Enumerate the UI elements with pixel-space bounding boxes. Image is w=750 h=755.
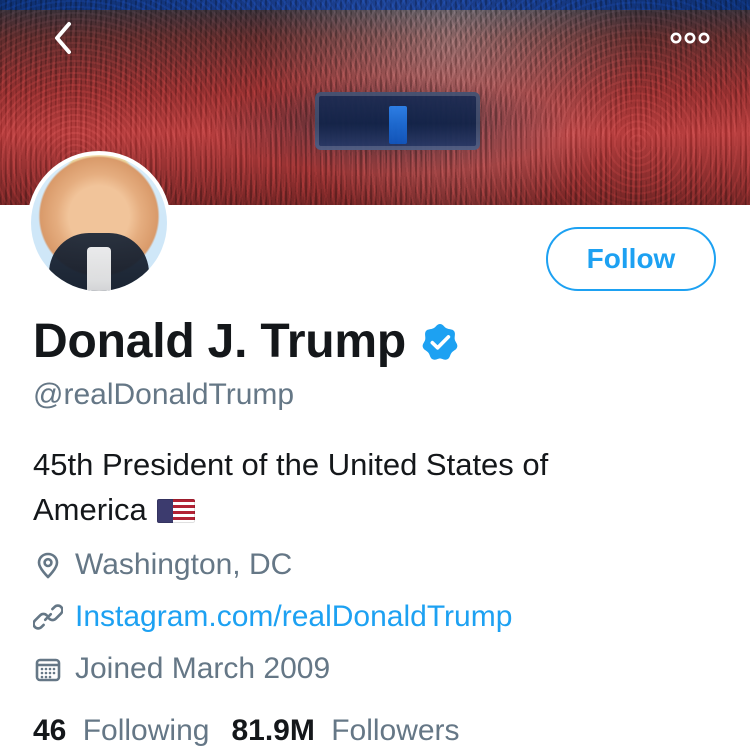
bio-line-2-text: America (33, 491, 147, 527)
profile-joined: Joined March 2009 (33, 652, 330, 686)
follow-button[interactable]: Follow (546, 227, 716, 291)
followers-label: Followers (331, 714, 460, 747)
avatar-image (31, 155, 167, 291)
bio-line-2: America (33, 488, 653, 533)
following-count: 46 (33, 714, 67, 747)
profile-avatar[interactable] (27, 151, 171, 295)
profile-handle[interactable]: @realDonaldTrump (33, 378, 294, 412)
following-label: Following (82, 714, 210, 747)
verified-badge-icon (420, 322, 460, 362)
joined-text: Joined March 2009 (75, 652, 331, 685)
link-icon (33, 602, 63, 632)
calendar-icon (33, 654, 63, 684)
followers-count: 81.9M (231, 714, 315, 747)
profile-location: Washington, DC (33, 548, 292, 582)
profile-name-row: Donald J. Trump (33, 318, 460, 366)
banner-stage (315, 92, 480, 150)
profile-bio: 45th President of the United States of A… (33, 443, 653, 533)
more-options-button[interactable] (662, 12, 718, 68)
profile-website[interactable]: Instagram.com/realDonaldTrump (33, 600, 512, 634)
display-name: Donald J. Trump (33, 315, 407, 368)
following-stat[interactable]: 46 Following (33, 714, 209, 748)
followers-stat[interactable]: 81.9M Followers (231, 714, 459, 748)
profile-stats: 46 Following 81.9M Followers (33, 714, 460, 748)
website-link[interactable]: Instagram.com/realDonaldTrump (75, 600, 512, 634)
bio-line-1: 45th President of the United States of (33, 447, 549, 482)
more-horizontal-icon (668, 29, 712, 52)
location-text: Washington, DC (75, 548, 293, 581)
back-button[interactable] (36, 12, 92, 68)
location-pin-icon (33, 550, 63, 580)
chevron-left-icon (51, 20, 77, 61)
us-flag-emoji (157, 498, 196, 523)
